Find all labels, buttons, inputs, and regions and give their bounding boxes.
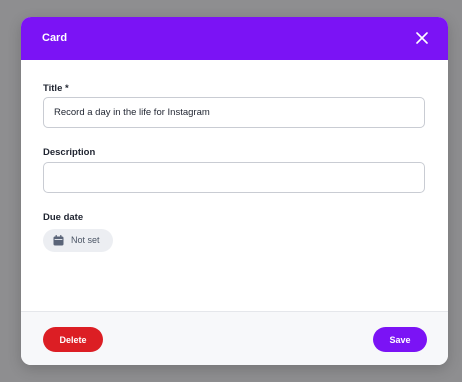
due-date-value: Not set [71,235,100,245]
description-input[interactable] [43,162,425,193]
close-icon [416,32,428,44]
modal-title: Card [42,32,68,44]
save-button[interactable]: Save [373,327,427,352]
close-button[interactable] [412,28,432,48]
title-input[interactable] [43,97,425,128]
due-date-label: Due date [43,212,84,223]
delete-button[interactable]: Delete [43,327,103,352]
title-label: Title * [43,83,69,94]
due-date-picker[interactable]: Not set [43,229,113,252]
description-label: Description [43,147,96,158]
modal-footer: Delete Save [21,311,448,365]
card-modal: Card Title * Description Due date Not se… [21,17,448,365]
modal-header: Card [21,17,448,60]
calendar-icon [53,235,64,246]
